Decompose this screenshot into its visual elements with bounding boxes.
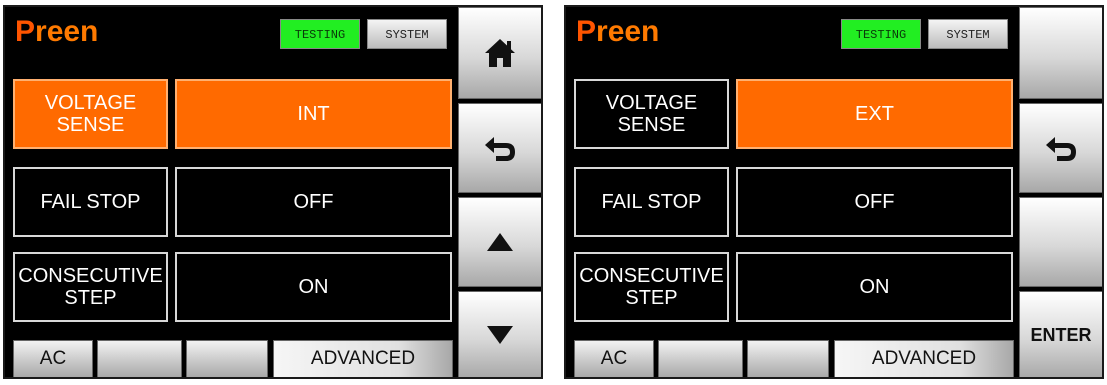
voltage-sense-value[interactable]: INT bbox=[175, 79, 452, 149]
preen-logo: Preen bbox=[576, 15, 660, 48]
advanced-button[interactable]: ADVANCED bbox=[273, 340, 453, 377]
home-button[interactable] bbox=[458, 7, 541, 99]
tab-system[interactable]: SYSTEM bbox=[367, 19, 447, 49]
back-button[interactable] bbox=[1019, 103, 1102, 193]
up-triangle-icon bbox=[485, 230, 515, 254]
advanced-button[interactable]: ADVANCED bbox=[834, 340, 1014, 377]
ac-button[interactable]: AC bbox=[574, 340, 654, 377]
consecutive-step-value[interactable]: ON bbox=[175, 252, 452, 322]
bottom-blank-button-2[interactable] bbox=[747, 340, 829, 377]
bottom-blank-button-1[interactable] bbox=[658, 340, 743, 377]
device-screen-left: Preen TESTING SYSTEM VOLTAGE SENSE INT F… bbox=[3, 5, 543, 379]
consecutive-step-label[interactable]: CONSECUTIVE STEP bbox=[574, 252, 729, 322]
blank-side-button-2[interactable] bbox=[1019, 197, 1102, 287]
home-icon bbox=[482, 36, 518, 70]
enter-label: ENTER bbox=[1030, 324, 1092, 345]
tab-testing[interactable]: TESTING bbox=[280, 19, 360, 49]
voltage-sense-label[interactable]: VOLTAGE SENSE bbox=[574, 79, 729, 149]
voltage-sense-value[interactable]: EXT bbox=[736, 79, 1013, 149]
tab-testing[interactable]: TESTING bbox=[841, 19, 921, 49]
consecutive-step-value[interactable]: ON bbox=[736, 252, 1013, 322]
enter-button[interactable]: ENTER bbox=[1019, 291, 1102, 377]
fail-stop-value[interactable]: OFF bbox=[736, 167, 1013, 237]
voltage-sense-label[interactable]: VOLTAGE SENSE bbox=[13, 79, 168, 149]
fail-stop-value[interactable]: OFF bbox=[175, 167, 452, 237]
preen-logo: Preen bbox=[15, 15, 99, 48]
blank-side-button-1[interactable] bbox=[1019, 7, 1102, 99]
tab-system[interactable]: SYSTEM bbox=[928, 19, 1008, 49]
back-button[interactable] bbox=[458, 103, 541, 193]
ac-button[interactable]: AC bbox=[13, 340, 93, 377]
fail-stop-label[interactable]: FAIL STOP bbox=[13, 167, 168, 237]
bottom-blank-button-1[interactable] bbox=[97, 340, 182, 377]
device-screen-right: Preen TESTING SYSTEM VOLTAGE SENSE EXT F… bbox=[564, 5, 1104, 379]
return-arrow-icon bbox=[482, 133, 518, 163]
return-arrow-icon bbox=[1043, 133, 1079, 163]
up-button[interactable] bbox=[458, 197, 541, 287]
bottom-blank-button-2[interactable] bbox=[186, 340, 268, 377]
fail-stop-label[interactable]: FAIL STOP bbox=[574, 167, 729, 237]
consecutive-step-label[interactable]: CONSECUTIVE STEP bbox=[13, 252, 168, 322]
down-triangle-icon bbox=[485, 323, 515, 347]
down-button[interactable] bbox=[458, 291, 541, 377]
